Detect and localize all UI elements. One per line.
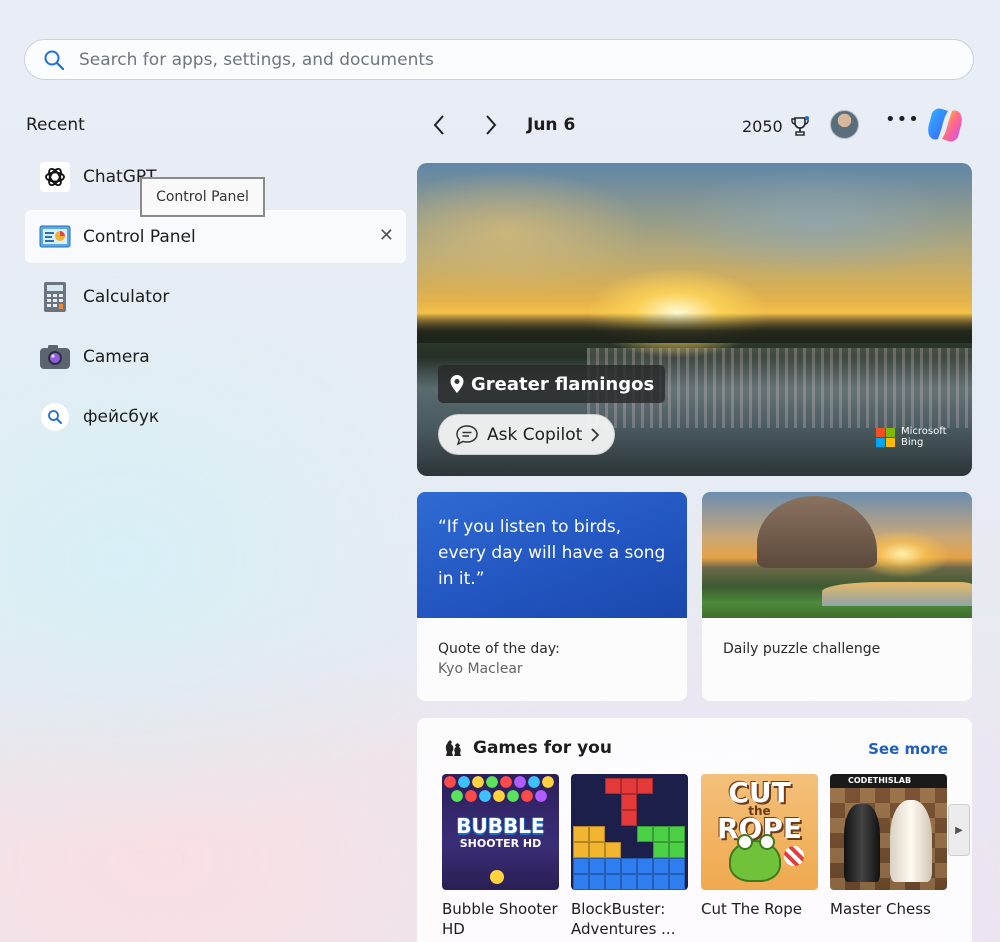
rewards-points-value: 2050 bbox=[742, 116, 783, 136]
ask-copilot-button[interactable]: Ask Copilot bbox=[438, 414, 616, 455]
black-king-icon bbox=[844, 804, 880, 882]
recent-item-search-facebook[interactable]: фейсбук bbox=[25, 390, 406, 443]
game-tile-cut-the-rope[interactable]: CUT the ROPE Cut The Rope bbox=[701, 774, 818, 919]
camera-icon bbox=[39, 341, 71, 373]
rope-logo-line1: CUT bbox=[728, 776, 791, 809]
candy-icon bbox=[784, 846, 804, 866]
caret-right-icon: ▶ bbox=[955, 824, 963, 836]
search-input[interactable] bbox=[79, 49, 939, 70]
recent-item-camera[interactable]: Camera bbox=[25, 330, 406, 383]
games-section: Games for you See more BUBBLE SHOOTER HD… bbox=[417, 718, 972, 942]
game-logo-text: CUT the ROPE bbox=[701, 776, 818, 843]
ask-copilot-label: Ask Copilot bbox=[487, 424, 583, 445]
see-more-link[interactable]: See more bbox=[868, 740, 948, 758]
puzzle-image bbox=[702, 492, 972, 618]
feed-topbar: Jun 6 2050 ••• bbox=[417, 105, 973, 145]
quote-label: Quote of the day: bbox=[438, 641, 560, 657]
more-options-icon[interactable]: ••• bbox=[885, 109, 920, 130]
recent-item-label: Camera bbox=[83, 346, 150, 367]
recent-heading: Recent bbox=[26, 115, 85, 135]
location-pin-icon bbox=[449, 374, 465, 394]
games-title: Games for you bbox=[473, 738, 612, 758]
puzzle-rock bbox=[757, 496, 877, 568]
game-logo-subtext: SHOOTER HD bbox=[459, 837, 542, 850]
chevron-left-icon[interactable] bbox=[426, 111, 452, 139]
game-tile-master-chess[interactable]: CODETHISLAB Master Chess bbox=[830, 774, 947, 919]
chat-bubble-icon bbox=[455, 424, 479, 446]
game-name: Cut The Rope bbox=[701, 900, 802, 918]
game-thumbnail: CODETHISLAB bbox=[830, 774, 947, 890]
game-tile-blockbuster[interactable]: BlockBuster: Adventures ... bbox=[571, 774, 688, 939]
chess-pieces-icon bbox=[443, 738, 463, 758]
recent-item-control-panel[interactable]: Control Panel ✕ bbox=[25, 210, 406, 263]
white-queen-icon bbox=[890, 800, 932, 882]
avatar[interactable] bbox=[830, 110, 859, 139]
quote-author: Kyo Maclear bbox=[438, 661, 523, 677]
search-icon bbox=[39, 401, 71, 433]
recent-item-calculator[interactable]: Calculator bbox=[25, 270, 406, 323]
control-panel-icon bbox=[39, 221, 71, 253]
microsoft-bing-logo: Microsoft Bing bbox=[876, 426, 947, 448]
puzzle-water bbox=[822, 582, 972, 606]
recent-item-label: Control Panel bbox=[83, 226, 196, 247]
tooltip: Control Panel bbox=[140, 177, 265, 217]
game-name: Master Chess bbox=[830, 900, 931, 918]
microsoft-logo-icon bbox=[876, 427, 895, 447]
chatgpt-icon bbox=[39, 161, 71, 193]
om-nom-character bbox=[729, 834, 781, 882]
feed-date: Jun 6 bbox=[527, 115, 576, 135]
recent-item-label: Calculator bbox=[83, 286, 170, 307]
search-icon bbox=[43, 49, 65, 71]
puzzle-label: Daily puzzle challenge bbox=[723, 641, 881, 657]
bing-text-line1: Microsoft bbox=[901, 426, 947, 437]
daily-puzzle-card[interactable]: Daily puzzle challenge bbox=[702, 492, 972, 701]
game-tile-bubble-shooter[interactable]: BUBBLE SHOOTER HD Bubble Shooter HD bbox=[442, 774, 559, 939]
location-chip[interactable]: Greater flamingos bbox=[438, 365, 666, 403]
hero-treeline bbox=[417, 313, 972, 343]
game-thumbnail: CUT the ROPE bbox=[701, 774, 818, 890]
copilot-icon[interactable] bbox=[924, 105, 966, 145]
location-name: Greater flamingos bbox=[471, 373, 655, 395]
scroll-right-button[interactable]: ▶ bbox=[948, 804, 970, 856]
recent-item-label: фейсбук bbox=[83, 406, 160, 427]
hero-image-card[interactable]: Greater flamingos Ask Copilot Microsoft … bbox=[417, 163, 972, 476]
game-publisher-logo: CODETHISLAB bbox=[830, 774, 947, 788]
calculator-icon bbox=[39, 281, 71, 313]
quote-of-the-day-card[interactable]: “If you listen to birds, every day will … bbox=[417, 492, 687, 701]
game-name: BlockBuster: Adventures ... bbox=[571, 900, 676, 938]
quote-text: “If you listen to birds, every day will … bbox=[438, 517, 666, 589]
chevron-right-icon[interactable] bbox=[478, 111, 504, 139]
games-heading: Games for you bbox=[443, 738, 612, 758]
bing-text-line2: Bing bbox=[901, 437, 924, 448]
search-box[interactable] bbox=[24, 39, 974, 80]
game-logo-text: BUBBLE bbox=[456, 814, 545, 838]
trophy-icon bbox=[789, 115, 811, 137]
bubble-ball bbox=[490, 870, 504, 884]
quote-banner: “If you listen to birds, every day will … bbox=[417, 492, 687, 618]
game-thumbnail bbox=[571, 774, 688, 890]
chevron-right-icon bbox=[590, 427, 600, 443]
game-thumbnail: BUBBLE SHOOTER HD bbox=[442, 774, 559, 890]
game-name: Bubble Shooter HD bbox=[442, 900, 558, 938]
bubble-dots bbox=[442, 774, 559, 814]
close-icon[interactable]: ✕ bbox=[379, 227, 394, 245]
rewards-points[interactable]: 2050 bbox=[742, 115, 811, 137]
